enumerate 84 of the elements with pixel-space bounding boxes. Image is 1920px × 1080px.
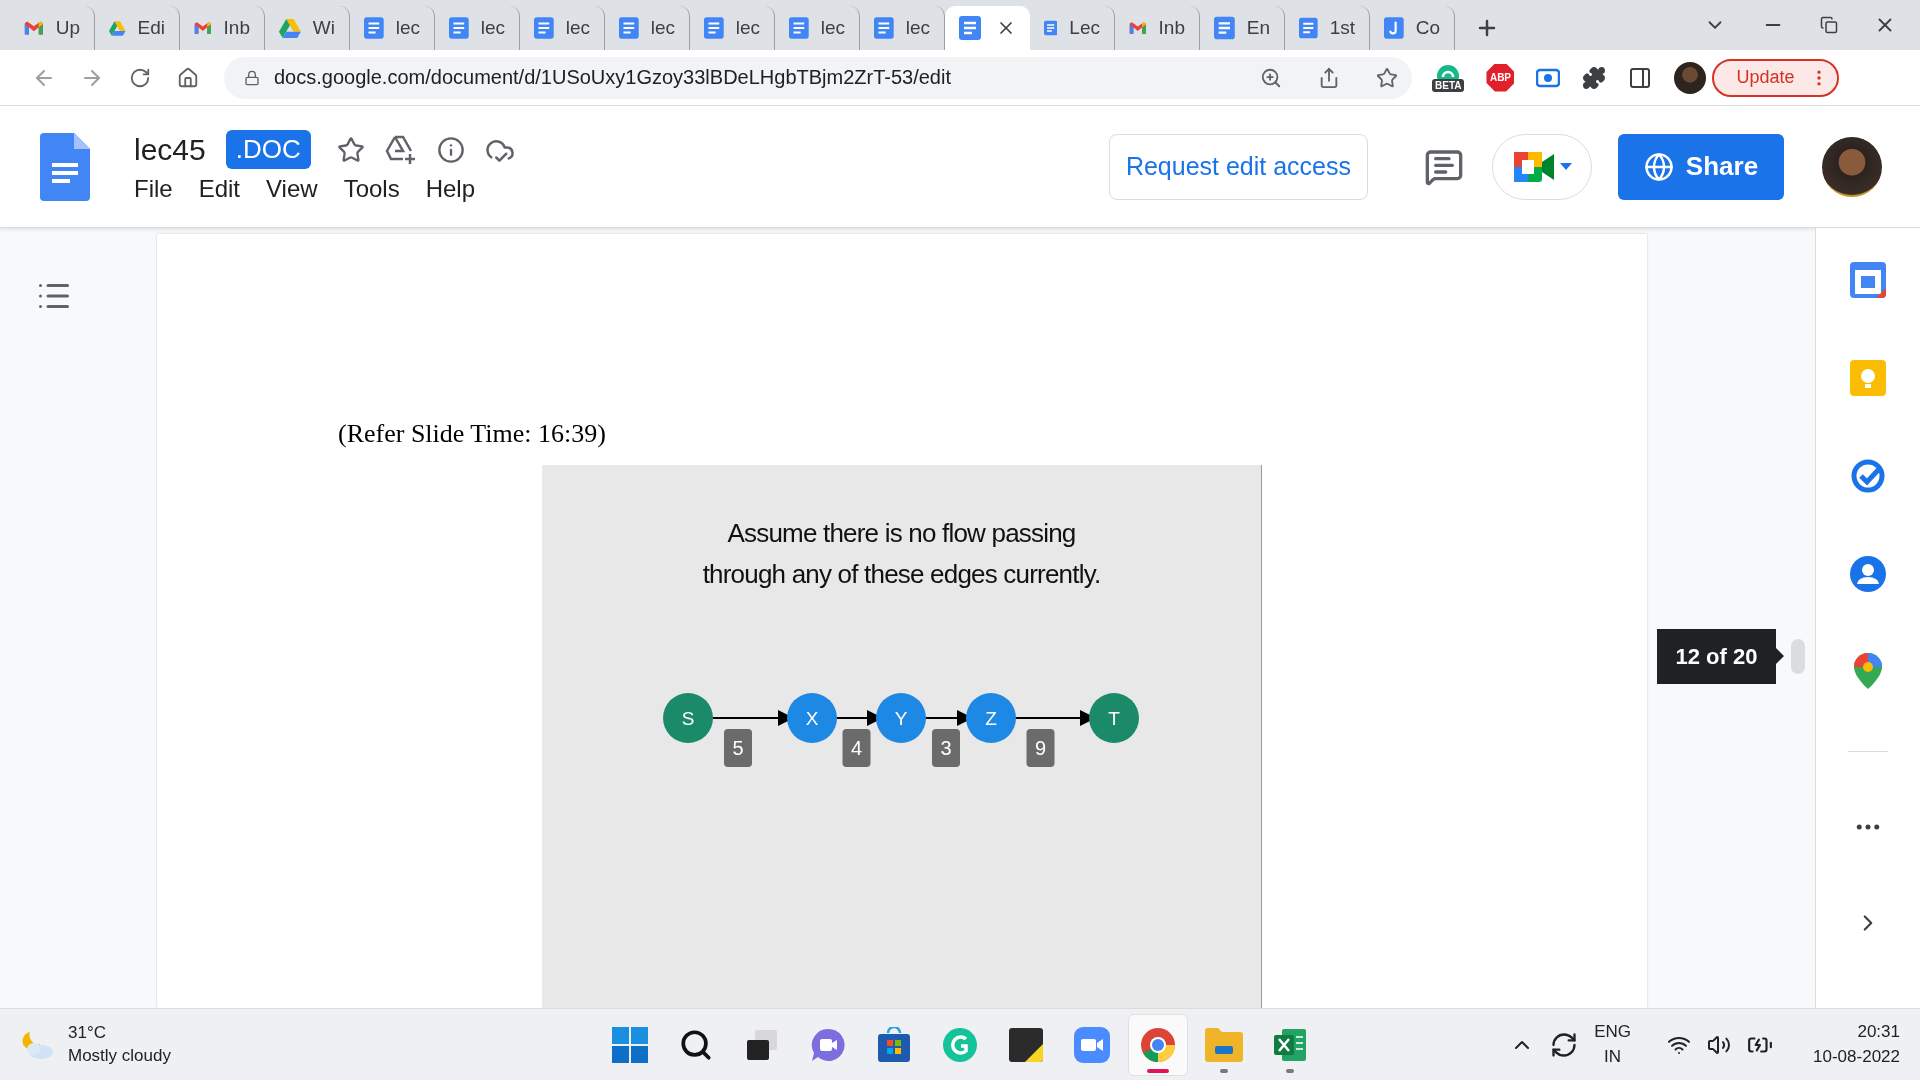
sync-icon[interactable] <box>1550 1030 1579 1059</box>
document-icon <box>449 16 469 40</box>
side-panel-icon[interactable] <box>1628 65 1653 90</box>
adblock-icon[interactable]: ABP <box>1486 63 1515 92</box>
sticky-notes-icon[interactable] <box>1009 1027 1043 1062</box>
menu-item[interactable]: Edit <box>198 175 241 203</box>
document-title[interactable]: lec45 <box>134 132 206 167</box>
journal-icon <box>1384 16 1404 40</box>
browser-tab[interactable] <box>945 6 1030 50</box>
scrollbar-thumb[interactable] <box>1791 639 1805 674</box>
document-icon <box>959 16 981 40</box>
folder-icon[interactable] <box>1205 1027 1243 1062</box>
tasks-icon[interactable] <box>1850 457 1886 494</box>
menu-item[interactable]: File <box>134 175 173 203</box>
search-icon[interactable] <box>679 1027 713 1062</box>
lock-icon <box>244 69 260 86</box>
document-icon <box>704 16 724 40</box>
menu-item[interactable]: View <box>266 175 318 203</box>
docs-logo-icon <box>40 132 90 201</box>
chat-icon[interactable] <box>810 1026 846 1063</box>
clock-time: 20:31 <box>1857 1022 1900 1042</box>
profile-avatar[interactable] <box>1674 61 1707 94</box>
map-pin-icon[interactable] <box>1854 653 1882 690</box>
zoom-icon[interactable] <box>1260 66 1282 89</box>
url-text: docs.google.com/document/d/1USoUxy1Gzoy33lBDeLHgbTBjm2ZrT-53/edit <box>274 66 952 89</box>
document-icon <box>874 16 894 40</box>
running-indicator <box>1147 1068 1169 1073</box>
graph-node: S <box>663 693 713 743</box>
start-icon[interactable] <box>612 1026 648 1063</box>
weight-label: 3 <box>932 729 960 767</box>
weight-label: 9 <box>1026 729 1055 767</box>
graph-node: T <box>1089 693 1139 743</box>
weight-label: 4 <box>842 729 871 767</box>
temperature-text: 31°C <box>68 1023 107 1043</box>
mail-icon <box>194 19 212 37</box>
chrome-icon[interactable] <box>1140 1026 1176 1063</box>
graph-node: Y <box>876 693 926 743</box>
calendar-icon[interactable] <box>1850 262 1886 298</box>
document-icon <box>364 16 384 40</box>
document-icon <box>619 16 639 40</box>
info-icon[interactable] <box>436 135 465 164</box>
caret-icon <box>1560 163 1572 170</box>
weight-label: 5 <box>724 729 752 767</box>
request-edit-access-button[interactable]: Request edit access <box>1108 133 1368 200</box>
running-indicator <box>1220 1068 1228 1073</box>
address-bar[interactable]: docs.google.com/document/d/1USoUxy1Gzoy33lBDeLHgbTBjm2ZrT-53/edit <box>224 56 1412 99</box>
graph-node: Z <box>966 693 1016 743</box>
document-icon <box>534 16 554 40</box>
excel-icon[interactable] <box>1272 1026 1308 1063</box>
document-icon <box>1299 16 1318 40</box>
weather-condition-text: Mostly cloudy <box>68 1046 171 1066</box>
globe-icon <box>1643 151 1674 182</box>
share-icon[interactable] <box>1318 66 1340 89</box>
graph-node: X <box>787 693 837 743</box>
document-icon <box>1214 16 1235 40</box>
language-text: ENG <box>1594 1022 1632 1042</box>
clock-date: 10-08-2022 <box>1813 1047 1900 1067</box>
store-icon[interactable] <box>876 1026 912 1063</box>
video-meeting-icon[interactable] <box>1074 1026 1110 1063</box>
reload-icon[interactable] <box>129 66 151 89</box>
slide-caption: (Refer Slide Time: 16:39) <box>338 419 607 449</box>
star-icon[interactable] <box>336 135 365 164</box>
mail-icon <box>1129 19 1147 37</box>
mail-icon <box>24 19 44 37</box>
screen-recorder-icon[interactable] <box>1536 67 1561 88</box>
menu-item[interactable]: Tools <box>343 175 400 203</box>
update-button[interactable]: Update <box>1712 58 1839 97</box>
video-camera-icon <box>1512 149 1556 184</box>
menu-item[interactable]: Help <box>425 175 475 203</box>
task-view-icon[interactable] <box>745 1027 779 1062</box>
contacts-icon[interactable] <box>1850 555 1886 592</box>
running-indicator <box>1286 1068 1294 1073</box>
slide-title: Assume there is no flow passing through any of these edges currently. <box>701 517 1102 591</box>
drive-icon <box>279 17 301 39</box>
document-icon <box>789 16 809 40</box>
bookmark-star-icon[interactable] <box>1376 66 1398 89</box>
page-indicator-tooltip: 12 of 20 <box>1657 629 1784 684</box>
share-button[interactable]: Share <box>1618 133 1784 200</box>
add-to-drive-icon[interactable] <box>384 134 417 165</box>
restore-icon[interactable] <box>1820 16 1838 34</box>
region-text: IN <box>1604 1047 1622 1067</box>
format-badge: .DOC <box>225 130 311 169</box>
home-icon[interactable] <box>177 66 199 89</box>
extensions-icon[interactable] <box>1582 65 1607 90</box>
